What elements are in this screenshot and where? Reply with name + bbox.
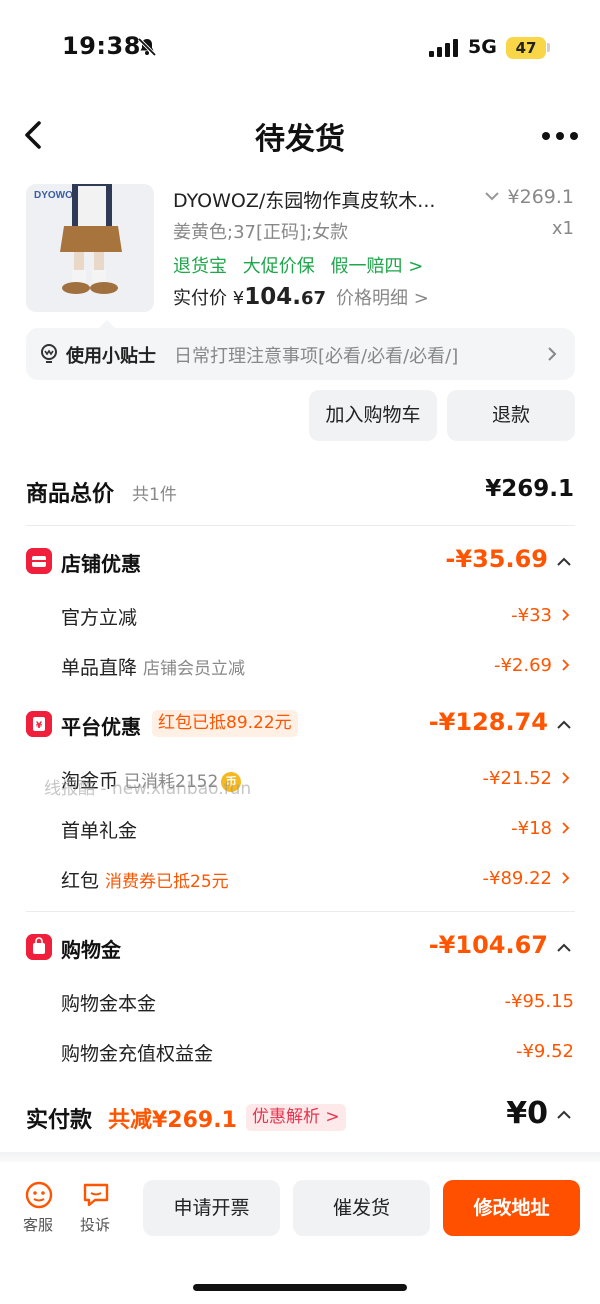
- usage-tips[interactable]: 使用小贴士 日常打理注意事项[必看/必看/必看/]: [26, 320, 575, 380]
- payment-saving: 共减¥269.1: [108, 1108, 237, 1133]
- shop-icon: [26, 548, 52, 574]
- payment-total: ¥0: [506, 1096, 548, 1131]
- chevron-right-icon[interactable]: [561, 771, 570, 785]
- network-type: 5G: [468, 36, 497, 58]
- bottom-bar: 客服 投诉 申请开票 催发货 修改地址: [0, 1162, 600, 1304]
- tips-label: 使用小贴士: [66, 346, 156, 367]
- service-price-protect: 大促价保: [242, 256, 315, 277]
- customer-service-label[interactable]: 客服: [23, 1214, 53, 1235]
- home-indicator[interactable]: [193, 1284, 407, 1291]
- chevron-up-icon[interactable]: [556, 557, 572, 567]
- paid-amount-int: 104.: [244, 284, 301, 310]
- payment-label: 实付款: [26, 1108, 93, 1133]
- chevron-right-icon: [548, 347, 557, 361]
- discount-row-value: -¥21.52: [482, 768, 552, 789]
- summary-count: 共1件: [132, 485, 177, 505]
- product-paid-price: 实付价 ¥104.67 价格明细 >: [173, 284, 429, 310]
- redpacket-tag: 红包已抵89.22元: [152, 710, 298, 737]
- bell-muted-icon: [137, 37, 157, 57]
- paid-label: 实付价 ¥: [173, 288, 245, 309]
- complaint-label[interactable]: 投诉: [80, 1214, 110, 1235]
- divider: [26, 525, 575, 526]
- chevron-down-icon[interactable]: [484, 190, 500, 202]
- signal-icon: [429, 39, 458, 57]
- svg-text:¥: ¥: [36, 721, 43, 731]
- page-title: 待发货: [255, 122, 345, 157]
- product-qty: x1: [551, 218, 574, 239]
- nav-bar: 待发货: [0, 100, 600, 172]
- discount-analysis-tag[interactable]: 优惠解析 >: [246, 1104, 346, 1131]
- modify-address-button[interactable]: 修改地址: [443, 1180, 580, 1236]
- refund-button[interactable]: 退款: [447, 390, 575, 441]
- discount-row-label: 单品直降 店铺会员立减: [61, 657, 246, 679]
- gold-row-label: 购物金本金: [61, 993, 157, 1015]
- complaint-icon[interactable]: [81, 1180, 111, 1210]
- discount-row-value: -¥33: [511, 605, 552, 626]
- discount-row-label: 红包 消费券已抵25元: [61, 870, 229, 892]
- shopping-bag-icon: [26, 934, 52, 960]
- platform-discount-title: 平台优惠: [61, 715, 141, 739]
- discount-row-label: 官方立减: [61, 607, 138, 629]
- discount-row-value: -¥18: [511, 818, 552, 839]
- divider: [26, 911, 575, 912]
- lightbulb-icon: [41, 344, 57, 363]
- add-to-cart-button[interactable]: 加入购物车: [309, 390, 437, 441]
- service-return-insurance: 退货宝: [173, 256, 227, 277]
- summary-total: ¥269.1: [485, 476, 574, 502]
- status-bar: 19:38 5G 47: [0, 0, 600, 96]
- shop-discount-title: 店铺优惠: [61, 552, 141, 576]
- chevron-up-icon[interactable]: [556, 943, 572, 953]
- chevron-right-icon[interactable]: [561, 608, 570, 622]
- chevron-up-icon[interactable]: [556, 720, 572, 730]
- chevron-up-icon[interactable]: [556, 1110, 572, 1120]
- shop-discount-total: -¥35.69: [445, 545, 548, 573]
- discount-row-label: 首单礼金: [61, 820, 138, 842]
- discount-row-value: -¥2.69: [493, 655, 552, 676]
- shopping-gold-total: -¥104.67: [428, 931, 548, 959]
- product-photo: [60, 184, 122, 294]
- bottom-separator: [0, 1152, 600, 1162]
- product-services[interactable]: 退货宝 大促价保 假一赔四 >: [173, 252, 433, 278]
- discount-row-value: -¥89.22: [482, 868, 552, 889]
- chevron-right-icon[interactable]: [561, 871, 570, 885]
- battery-icon: 47: [506, 37, 546, 59]
- platform-discount-total: -¥128.74: [428, 708, 548, 736]
- status-time: 19:38: [62, 32, 141, 60]
- service-fake-compensation: 假一赔四 >: [330, 256, 424, 277]
- paid-amount-dec: 67: [300, 288, 326, 309]
- tips-pointer: [98, 320, 116, 329]
- gold-row-label: 购物金充值权益金: [61, 1043, 214, 1065]
- shopping-gold-title: 购物金: [61, 938, 121, 962]
- customer-service-icon[interactable]: [24, 1180, 54, 1210]
- gold-row-value: -¥9.52: [515, 1041, 574, 1062]
- tips-text: 日常打理注意事项[必看/必看/必看/]: [174, 346, 459, 367]
- chevron-right-icon[interactable]: [561, 821, 570, 835]
- platform-coupon-icon: ¥: [26, 711, 52, 737]
- price-detail-link[interactable]: 价格明细 >: [336, 288, 429, 309]
- product-spec: 姜黄色;37[正码];女款: [173, 222, 349, 243]
- product-price: ¥269.1: [507, 186, 574, 208]
- gold-row-value: -¥95.15: [504, 991, 574, 1012]
- more-icon[interactable]: [540, 130, 580, 142]
- request-invoice-button[interactable]: 申请开票: [143, 1180, 280, 1236]
- product-image[interactable]: DYOWOZ: [26, 184, 154, 312]
- product-card[interactable]: DYOWOZ DYOWOZ/东园物作真皮软木... ¥269.1 姜黄色;37[…: [26, 184, 576, 314]
- watermark: 线报酷 - new.xianbao.fun: [44, 779, 252, 799]
- urge-shipping-button[interactable]: 催发货: [293, 1180, 430, 1236]
- summary-title: 商品总价: [26, 482, 115, 507]
- chevron-right-icon[interactable]: [561, 658, 570, 672]
- battery-tip: [547, 43, 550, 52]
- product-title: DYOWOZ/东园物作真皮软木...: [173, 190, 436, 212]
